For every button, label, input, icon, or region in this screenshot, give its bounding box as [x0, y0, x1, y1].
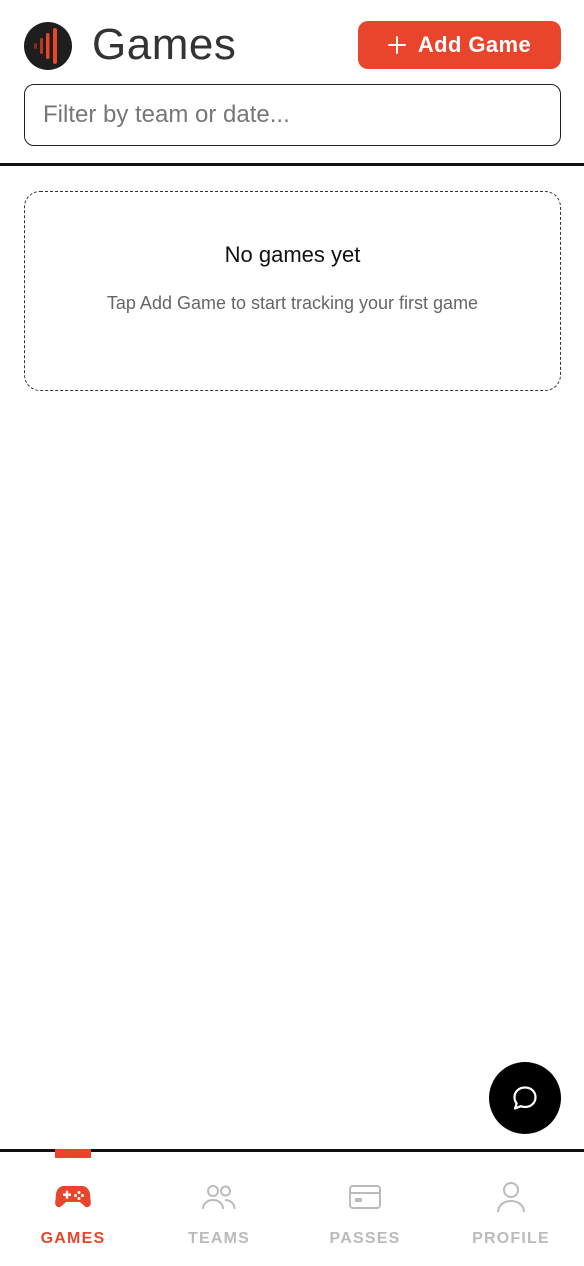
users-icon — [201, 1180, 237, 1214]
nav-passes-label: PASSES — [329, 1230, 401, 1247]
nav-teams-label: TEAMS — [188, 1230, 250, 1247]
plus-icon — [387, 36, 406, 54]
page-title: Games — [92, 20, 237, 69]
nav-profile-label: PROFILE — [472, 1230, 550, 1247]
app-logo — [24, 22, 72, 70]
filter-input[interactable] — [24, 84, 561, 146]
chat-bubble-icon — [513, 1086, 537, 1110]
app: Games Add Game No games yet Tap Add Game… — [0, 0, 584, 1266]
nav-passes[interactable]: PASSES — [292, 1152, 438, 1266]
nav-games-label: GAMES — [40, 1230, 106, 1247]
chat-button[interactable] — [489, 1062, 561, 1134]
empty-state-title: No games yet — [224, 242, 361, 267]
add-game-label: Add Game — [417, 32, 532, 57]
header: Games Add Game — [0, 0, 584, 166]
card-icon — [348, 1180, 382, 1214]
empty-state: No games yet Tap Add Game to start track… — [24, 191, 561, 391]
user-icon — [495, 1180, 527, 1214]
empty-state-description: Tap Add Game to start tracking your firs… — [106, 293, 479, 313]
bottom-nav: GAMES TEAMS PASSES PROFILE — [0, 1149, 584, 1266]
sound-bars-icon — [34, 28, 57, 64]
nav-profile[interactable]: PROFILE — [438, 1152, 584, 1266]
nav-teams[interactable]: TEAMS — [146, 1152, 292, 1266]
add-game-button[interactable]: Add Game — [358, 21, 561, 69]
gamepad-icon — [55, 1180, 91, 1214]
nav-games[interactable]: GAMES — [0, 1152, 146, 1266]
